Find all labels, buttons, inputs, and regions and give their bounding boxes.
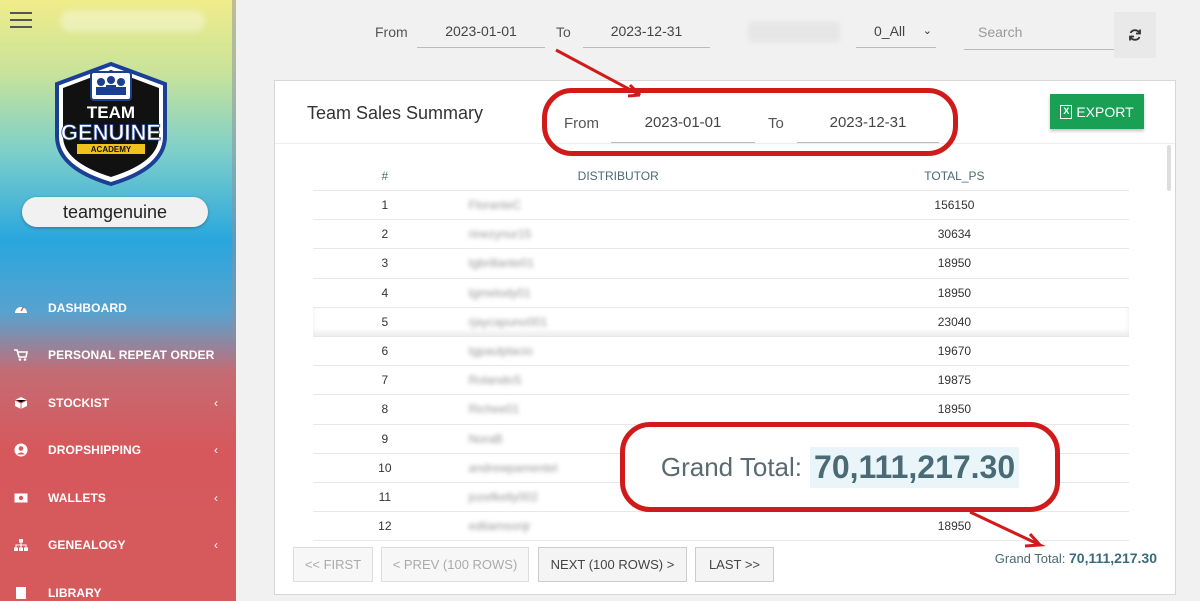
date-range-highlight (542, 88, 958, 156)
row-num: 4 (381, 285, 389, 300)
blurred-filter (748, 22, 840, 42)
row-distributor: FloranteC (468, 198, 522, 213)
hamburger-menu-icon[interactable] (10, 12, 32, 28)
sidebar-nav: DASHBOARD PERSONAL REPEAT ORDER STOCKIST… (0, 284, 232, 601)
row-total-ps: 23040 (937, 314, 972, 329)
search-input[interactable] (964, 14, 1114, 50)
row-distributor: RolandoS (468, 373, 522, 388)
table-row: 7 RolandoS 19875 (313, 366, 1129, 396)
refresh-icon (1129, 29, 1141, 41)
row-distributor: rjaycapuno001 (468, 314, 548, 329)
row-distributor: rinezynur15 (468, 227, 532, 242)
table-row: 3 tgbrillante01 18950 (313, 249, 1129, 279)
team-sales-card: Team Sales Summary X EXPORT From 2023-01… (274, 80, 1176, 595)
from-date-input[interactable]: 2023-01-01 (417, 14, 545, 48)
sidebar-scrollbar[interactable] (232, 0, 236, 340)
header-total-ps: TOTAL_PS (924, 168, 985, 183)
grand-total-highlight: Grand Total: 70,111,217.30 (620, 422, 1060, 512)
grand-total-value: 70,111,217.30 (1069, 550, 1157, 566)
sidebar-item-stockist[interactable]: STOCKIST ‹ (0, 379, 232, 427)
chevron-left-icon: ‹ (214, 490, 218, 505)
blurred-header-text (60, 10, 205, 32)
table-header-row: # DISTRIBUTOR TOTAL_PS (313, 161, 1129, 191)
chevron-down-icon: ⌄ (922, 25, 932, 37)
row-num: 9 (381, 431, 389, 446)
username-badge: teamgenuine (22, 197, 208, 227)
row-num: 8 (381, 402, 389, 417)
grand-total-highlight-label: Grand Total: (660, 451, 803, 482)
export-button[interactable]: X EXPORT (1050, 94, 1144, 129)
row-distributor: Richee01 (468, 402, 520, 417)
row-total-ps: 18950 (937, 402, 972, 417)
row-num: 10 (378, 460, 392, 475)
row-num: 5 (381, 314, 389, 329)
sidebar-item-personal-repeat-order[interactable]: PERSONAL REPEAT ORDER (0, 332, 232, 380)
row-num: 12 (378, 519, 392, 534)
last-page-button[interactable]: LAST >> (695, 547, 774, 582)
sitemap-icon (14, 538, 28, 552)
money-icon (14, 491, 28, 505)
table-row: 12 edtiamsonjr 18950 (313, 512, 1129, 542)
row-total-ps: 18950 (937, 285, 972, 300)
team-genuine-logo: TEAM GENUINE ACADEMY (47, 60, 175, 188)
row-total-ps: 156150 (934, 198, 975, 213)
to-date-input[interactable]: 2023-12-31 (583, 14, 710, 48)
sidebar-item-dropshipping[interactable]: DROPSHIPPING ‹ (0, 427, 232, 475)
prev-page-button[interactable]: < PREV (100 ROWS) (381, 547, 529, 582)
row-distributor: edtiamsonjr (468, 519, 531, 534)
sidebar-item-wallets[interactable]: WALLETS ‹ (0, 474, 232, 522)
select-value: 0_All (874, 23, 906, 39)
row-num: 2 (381, 227, 389, 242)
excel-icon: X (1060, 104, 1073, 119)
row-distributor: tgpaulplacio (468, 344, 533, 359)
svg-text:GENUINE: GENUINE (61, 120, 161, 145)
table-row: 5 rjaycapuno001 23040 (313, 308, 1129, 337)
dashboard-icon (14, 301, 28, 315)
refresh-button[interactable] (1114, 12, 1156, 58)
table-row: 4 tgmelody01 18950 (313, 279, 1129, 308)
header-distributor: DISTRIBUTOR (577, 168, 659, 183)
sidebar: TEAM GENUINE ACADEMY teamgenuine DASHBOA… (0, 0, 236, 601)
table-row: 2 rinezynur15 30634 (313, 220, 1129, 250)
row-num: 3 (381, 256, 389, 271)
row-total-ps: 18950 (937, 519, 972, 534)
from-label: From (375, 24, 408, 40)
row-total-ps: 19670 (937, 344, 972, 359)
chevron-left-icon: ‹ (214, 395, 218, 410)
next-page-button[interactable]: NEXT (100 ROWS) > (538, 547, 687, 582)
grand-total: Grand Total: 70,111,217.30 (995, 550, 1157, 566)
table-row: 1 FloranteC 156150 (313, 191, 1129, 221)
row-num: 6 (381, 344, 389, 359)
row-distributor: tgbrillante01 (468, 256, 535, 271)
filter-select[interactable]: 0_All ⌄ (856, 14, 936, 48)
row-total-ps: 18950 (937, 256, 972, 271)
row-num: 7 (381, 373, 389, 388)
table-scrollbar[interactable] (1167, 145, 1171, 191)
row-total-ps: 19875 (937, 373, 972, 388)
to-label: To (556, 24, 571, 40)
card-title: Team Sales Summary (307, 103, 484, 123)
chevron-left-icon: ‹ (214, 538, 218, 553)
first-page-button[interactable]: << FIRST (293, 547, 373, 582)
row-num: 1 (381, 198, 389, 213)
grand-total-label: Grand Total: (994, 551, 1066, 566)
box-icon (14, 396, 28, 410)
grand-total-highlight-value: 70,111,217.30 (810, 446, 1020, 488)
chevron-left-icon: ‹ (214, 443, 218, 458)
book-icon (14, 586, 28, 600)
row-num: 11 (378, 489, 392, 504)
sidebar-item-dashboard[interactable]: DASHBOARD (0, 284, 232, 332)
sidebar-item-genealogy[interactable]: GENEALOGY ‹ (0, 522, 232, 570)
user-circle-icon (14, 443, 28, 457)
table-row: 6 tgpaulplacio 19670 (313, 337, 1129, 367)
svg-text:ACADEMY: ACADEMY (91, 145, 132, 154)
row-total-ps: 30634 (937, 227, 972, 242)
sidebar-item-library[interactable]: LIBRARY (0, 569, 232, 601)
row-distributor: tgmelody01 (468, 285, 531, 300)
table-row: 8 Richee01 18950 (313, 395, 1129, 425)
cart-icon (14, 348, 28, 362)
